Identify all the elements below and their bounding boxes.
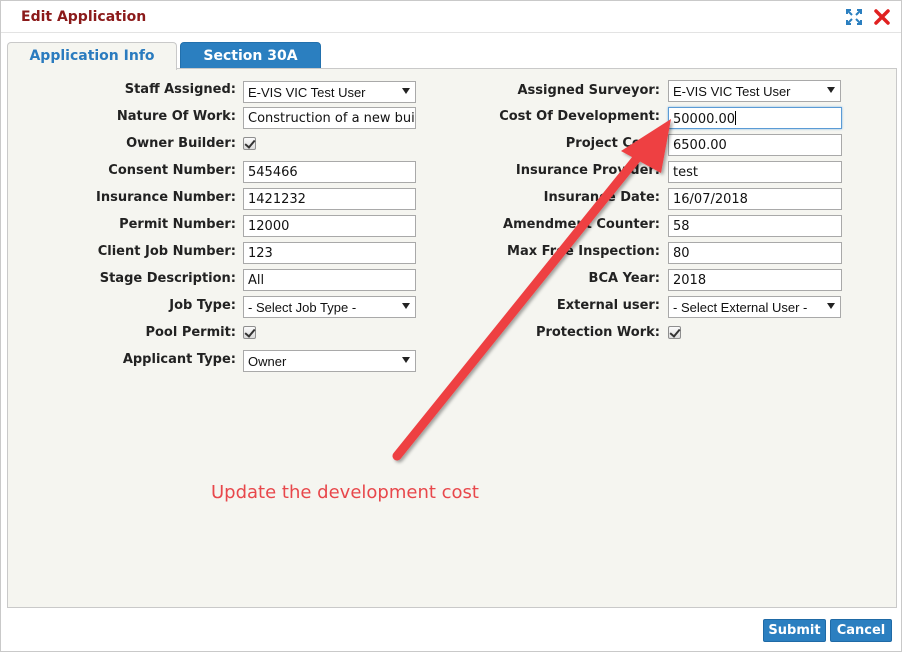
external-user-select[interactable]: - Select External User - <box>668 296 841 318</box>
permit-number-label: Permit Number: <box>119 217 236 232</box>
chevron-down-icon <box>827 87 835 93</box>
chevron-down-icon <box>402 88 410 94</box>
chevron-down-icon <box>827 303 835 309</box>
job-type-select[interactable]: - Select Job Type - <box>243 296 416 318</box>
pool-permit-label: Pool Permit: <box>145 325 236 340</box>
assigned-surveyor-label: Assigned Surveyor: <box>517 83 660 98</box>
insurance-provider-input[interactable]: test <box>668 161 842 183</box>
tab-bar: Application Info Section 30A <box>7 42 897 70</box>
protection-work-label: Protection Work: <box>535 325 660 340</box>
submit-button[interactable]: Submit <box>763 619 826 642</box>
insurance-date-label: Insurance Date: <box>543 190 660 205</box>
max-free-inspection-input[interactable]: 80 <box>668 242 842 264</box>
bca-year-input[interactable]: 2018 <box>668 269 842 291</box>
chevron-down-icon <box>402 357 410 363</box>
client-job-number-label: Client Job Number: <box>97 244 236 259</box>
insurance-provider-label: Insurance Provider: <box>515 163 660 178</box>
project-cost-label: Project Cost: <box>565 136 660 151</box>
consent-number-label: Consent Number: <box>108 163 236 178</box>
permit-number-input[interactable]: 12000 <box>243 215 416 237</box>
owner-builder-label: Owner Builder: <box>126 136 236 151</box>
tab-section-30a[interactable]: Section 30A <box>180 42 321 69</box>
bca-year-label: BCA Year: <box>588 271 660 286</box>
nature-of-work-label: Nature Of Work: <box>116 109 236 124</box>
stage-description-input[interactable]: All <box>243 269 416 291</box>
cost-of-development-label: Cost Of Development: <box>499 109 660 124</box>
dialog-title: Edit Application <box>21 9 147 25</box>
tab-application-info[interactable]: Application Info <box>7 42 177 70</box>
consent-number-input[interactable]: 545466 <box>243 161 416 183</box>
max-free-inspection-label: Max Free Inspection: <box>507 244 660 259</box>
insurance-date-input[interactable]: 16/07/2018 <box>668 188 842 210</box>
applicant-type-select[interactable]: Owner <box>243 350 416 372</box>
text-caret <box>735 111 737 125</box>
maximize-icon[interactable] <box>845 8 863 26</box>
dialog-titlebar: Edit Application <box>1 1 901 33</box>
applicant-type-label: Applicant Type: <box>122 352 236 367</box>
close-icon[interactable] <box>873 8 891 26</box>
staff-assigned-label: Staff Assigned: <box>124 82 236 97</box>
stage-description-label: Stage Description: <box>99 271 236 286</box>
project-cost-input[interactable]: 6500.00 <box>668 134 842 156</box>
pool-permit-checkbox[interactable] <box>243 326 256 339</box>
chevron-down-icon <box>402 303 410 309</box>
amendment-counter-label: Amendment Counter: <box>503 217 660 232</box>
protection-work-checkbox[interactable] <box>668 326 681 339</box>
owner-builder-checkbox[interactable] <box>243 137 256 150</box>
amendment-counter-input[interactable]: 58 <box>668 215 842 237</box>
job-type-label: Job Type: <box>169 298 236 313</box>
cost-of-development-input[interactable]: 50000.00 <box>668 107 842 129</box>
annotation-text: Update the development cost <box>211 482 479 503</box>
assigned-surveyor-select[interactable]: E-VIS VIC Test User <box>668 80 841 102</box>
nature-of-work-input[interactable]: Construction of a new buil <box>243 107 416 129</box>
insurance-number-label: Insurance Number: <box>96 190 236 205</box>
external-user-label: External user: <box>556 298 660 313</box>
edit-application-dialog: Edit Application Application Info Sectio… <box>0 0 902 652</box>
cancel-button[interactable]: Cancel <box>830 619 892 642</box>
insurance-number-input[interactable]: 1421232 <box>243 188 416 210</box>
staff-assigned-select[interactable]: E-VIS VIC Test User <box>243 81 416 103</box>
client-job-number-input[interactable]: 123 <box>243 242 416 264</box>
